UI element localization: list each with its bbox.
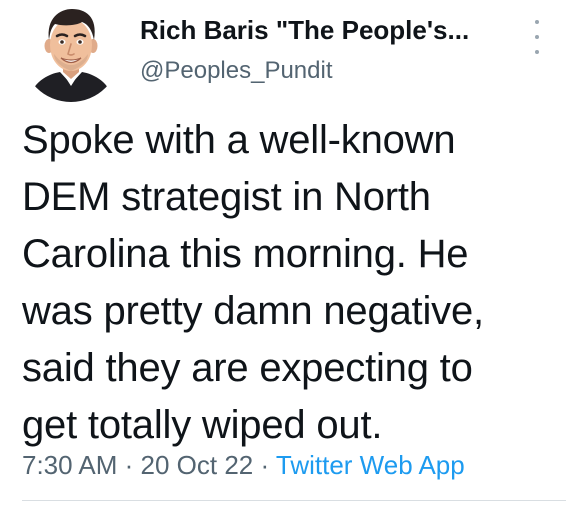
avatar-illustration [28, 9, 114, 102]
tweet-meta: 7:30 AM · 20 Oct 22 · Twitter Web App [22, 448, 465, 482]
meta-separator: · [117, 450, 141, 480]
divider [22, 500, 566, 501]
ellipsis-dot [535, 20, 539, 24]
meta-separator: · [253, 450, 276, 480]
ellipsis-dot [535, 35, 539, 39]
ellipsis-dot [535, 50, 539, 54]
tweet-source-link[interactable]: Twitter Web App [276, 450, 465, 480]
tweet-text: Spoke with a well-known DEM strategist i… [22, 118, 484, 447]
user-handle[interactable]: @Peoples_Pundit [140, 56, 540, 86]
vertical-ellipsis-icon[interactable] [530, 20, 544, 54]
tweet-date[interactable]: 20 Oct 22 [141, 450, 254, 480]
tweet-time[interactable]: 7:30 AM [22, 450, 117, 480]
tweet-header: Rich Baris "The People's... @Peoples_Pun… [140, 14, 540, 86]
display-name[interactable]: Rich Baris "The People's... [140, 14, 540, 46]
tweet-card: Rich Baris "The People's... @Peoples_Pun… [0, 0, 566, 506]
avatar[interactable] [22, 4, 120, 102]
